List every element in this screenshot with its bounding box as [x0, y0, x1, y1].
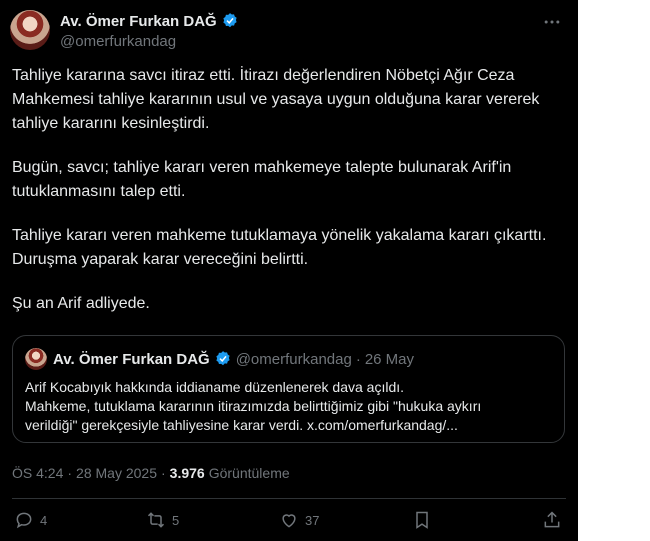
author-name-row: Av. Ömer Furkan DAĞ — [60, 12, 239, 30]
quote-author-row: Av. Ömer Furkan DAĞ @omerfurkandag · 26 … — [53, 350, 414, 368]
tweet-header: Av. Ömer Furkan DAĞ @omerfurkandag — [10, 8, 568, 52]
bookmark-button[interactable] — [412, 510, 432, 530]
like-button[interactable]: 37 — [279, 510, 319, 530]
author-handle[interactable]: @omerfurkandag — [60, 33, 176, 50]
tweet-paragraph: Bugün, savcı; tahliye kararı veren mahke… — [12, 159, 512, 200]
share-icon — [544, 511, 560, 528]
tweet-paragraph: Şu an Arif adliyede. — [12, 295, 150, 312]
like-icon — [282, 514, 296, 528]
quote-line: verildiği" gerekçesiyle tahliyesine kara… — [25, 417, 458, 433]
author-display-name[interactable]: Av. Ömer Furkan DAĞ — [60, 13, 217, 30]
repost-icon — [147, 512, 165, 528]
views-count: 3.976 — [169, 465, 205, 481]
tweet-paragraph: Tahliye kararına savcı itiraz etti. İtir… — [12, 67, 540, 132]
tweet-time[interactable]: ÖS 4:24 — [12, 465, 63, 481]
quote-author-avatar — [25, 348, 47, 370]
repost-count: 5 — [172, 512, 180, 528]
tweet-panel: Av. Ömer Furkan DAĞ @omerfurkandag Tahli… — [0, 0, 578, 541]
tweet-meta: ÖS 4:24 · 28 May 2025 · 3.976 Görüntülem… — [12, 465, 290, 481]
action-bar: 4 5 37 — [14, 510, 564, 534]
tweet-text: Tahliye kararına savcı itiraz etti. İtir… — [12, 64, 560, 336]
like-count: 37 — [305, 512, 320, 528]
quote-text: Arif Kocabıyık hakkında iddianame düzenl… — [25, 378, 555, 435]
reply-count: 4 — [40, 512, 48, 528]
meta-separator: · — [161, 465, 166, 481]
tweet-paragraph: Tahliye kararı veren mahkeme tutuklamaya… — [12, 227, 547, 268]
author-avatar[interactable] — [10, 10, 50, 50]
reply-icon — [16, 512, 32, 529]
quote-author-handle: @omerfurkandag — [235, 350, 352, 368]
views-label: Görüntüleme — [208, 465, 290, 481]
quote-line: Arif Kocabıyık hakkında iddianame düzenl… — [25, 379, 405, 395]
verified-badge-icon — [216, 351, 230, 366]
divider — [12, 498, 566, 499]
share-button[interactable] — [542, 510, 562, 530]
verified-badge-icon — [223, 13, 237, 28]
quote-line: Mahkeme, tutuklama kararının itirazımızd… — [25, 398, 482, 414]
bookmark-icon — [416, 511, 428, 529]
reply-button[interactable]: 4 — [14, 510, 47, 530]
quote-author-name: Av. Ömer Furkan DAĞ — [53, 350, 210, 368]
meta-separator: · — [67, 465, 73, 481]
tweet-date[interactable]: 28 May 2025 — [76, 465, 157, 481]
repost-button[interactable]: 5 — [146, 510, 179, 530]
quote-separator: · — [355, 350, 361, 368]
more-icon[interactable] — [542, 12, 562, 32]
quote-date: 26 May — [364, 350, 415, 368]
quoted-tweet[interactable]: Av. Ömer Furkan DAĞ @omerfurkandag · 26 … — [12, 335, 565, 443]
